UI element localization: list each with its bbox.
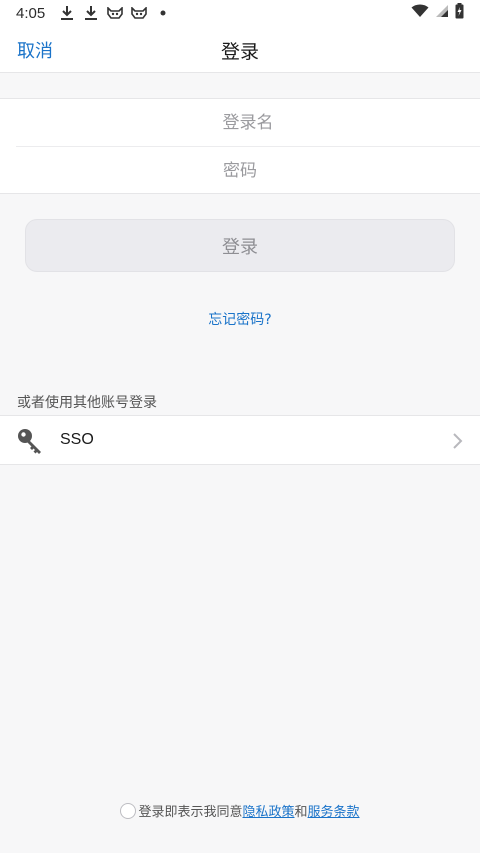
privacy-policy-link[interactable]: 隐私政策 (242, 801, 294, 820)
sso-label: SSO (60, 431, 94, 448)
chevron-right-icon (452, 432, 464, 450)
login-screen: 4:05 取消 登录 登录名 登录 忘记密码? 或者使用其他账号登录 SSO 登… (0, 0, 480, 853)
password-field-row (0, 147, 480, 195)
status-time: 4:05 (16, 4, 46, 22)
system-icons (411, 3, 464, 23)
other-login-section-label: 或者使用其他账号登录 (17, 395, 157, 411)
login-button[interactable]: 登录 (25, 219, 455, 272)
app-notification-icon (131, 5, 148, 21)
navigation-bar: 取消 登录 (0, 26, 480, 73)
agreement-and-text: 和 (294, 805, 308, 820)
page-title: 登录 (220, 41, 259, 63)
key-icon (16, 427, 44, 455)
cellular-signal-icon (435, 4, 449, 22)
status-bar: 4:05 (0, 0, 480, 26)
sso-login-item[interactable]: SSO (0, 415, 480, 465)
username-field-row (16, 99, 480, 147)
forgot-password-link[interactable]: 忘记密码? (0, 309, 480, 329)
agreement-row: 登录即表示我同意 隐私政策 和 服务条款 (0, 801, 480, 820)
username-input[interactable] (16, 99, 480, 146)
download-icon (83, 5, 99, 21)
agreement-prefix-text: 登录即表示我同意 (138, 805, 243, 820)
download-icon (59, 5, 75, 21)
password-input[interactable] (0, 147, 480, 195)
notification-icons (59, 5, 171, 21)
battery-charging-icon (455, 3, 464, 23)
wifi-icon (411, 4, 429, 22)
app-notification-icon (107, 5, 124, 21)
agreement-checkbox[interactable] (120, 802, 137, 819)
login-form (0, 98, 480, 195)
more-notifications-dot-icon (155, 5, 171, 21)
terms-of-service-link[interactable]: 服务条款 (308, 801, 360, 820)
